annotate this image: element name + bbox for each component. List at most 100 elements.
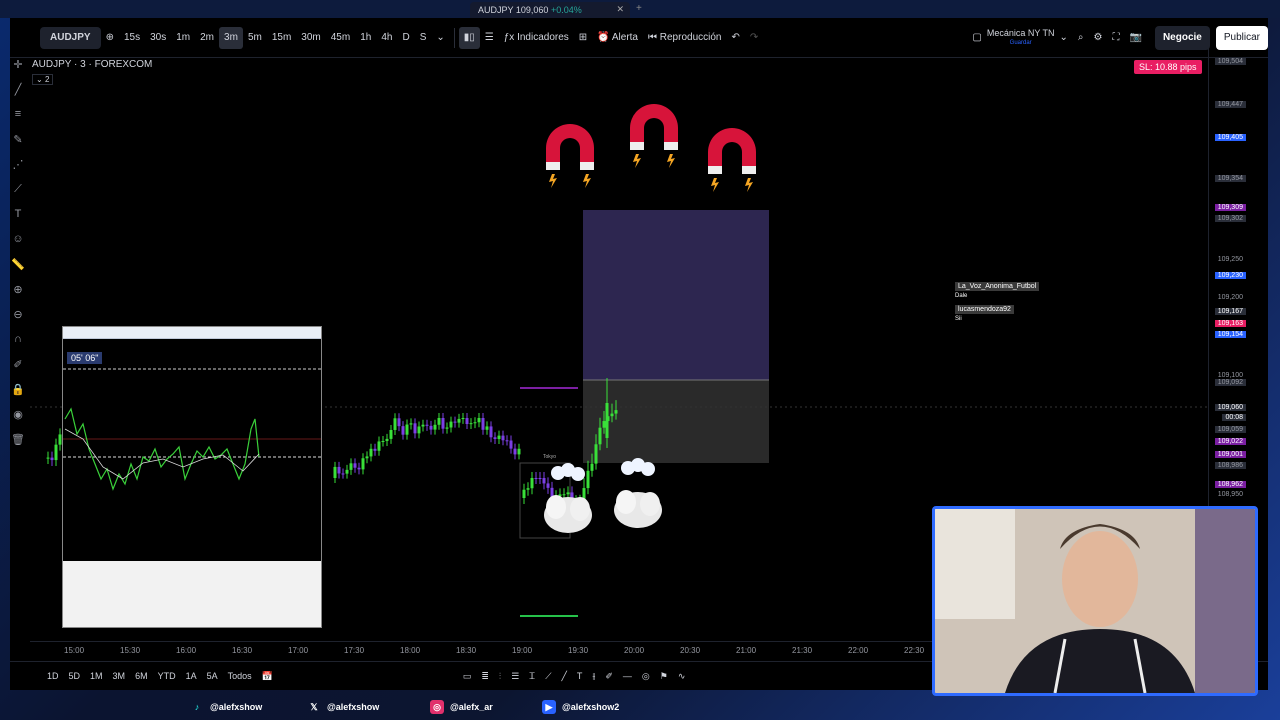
compare-icon[interactable]: ⊕ bbox=[101, 27, 119, 49]
fib-tool-icon[interactable]: ☰ bbox=[506, 667, 524, 685]
interval-5m[interactable]: 5m bbox=[243, 27, 267, 49]
candle-body bbox=[598, 427, 602, 445]
pattern-icon[interactable]: ⋰ bbox=[10, 158, 26, 183]
text-icon[interactable]: T bbox=[10, 208, 26, 233]
social-youtube[interactable]: ▶ @alefxshow2 bbox=[542, 700, 619, 714]
range-6m[interactable]: 6M bbox=[130, 667, 153, 685]
settings-icon[interactable]: ⚙ bbox=[1089, 27, 1108, 49]
alert-label: Alerta bbox=[611, 31, 638, 43]
youtube-icon: ▶ bbox=[542, 700, 556, 714]
text-tool-icon[interactable]: Ꮖ bbox=[524, 667, 540, 685]
layout-name-button[interactable]: Mecánica NY TN Guardar bbox=[987, 28, 1055, 48]
trash-icon[interactable]: 🗑 bbox=[10, 433, 26, 458]
measure-icon[interactable]: ⟋ bbox=[10, 183, 26, 208]
instagram-icon: ◎ bbox=[430, 700, 444, 714]
crosshair-icon[interactable]: ✛ bbox=[10, 58, 26, 83]
interval-2m[interactable]: 2m bbox=[195, 27, 219, 49]
chat-message: Dale bbox=[955, 293, 968, 299]
range-ytd[interactable]: YTD bbox=[153, 667, 181, 685]
camera-icon[interactable]: 📷 bbox=[1125, 27, 1147, 49]
interval-S[interactable]: S bbox=[415, 27, 432, 49]
social-instagram[interactable]: ◎ @alefx_ar bbox=[430, 700, 493, 714]
magnet-icon[interactable]: ∩ bbox=[10, 333, 26, 358]
trendline-icon[interactable]: ╱ bbox=[10, 83, 26, 108]
interval-3m[interactable]: 3m bbox=[219, 26, 243, 49]
vertical-line-icon[interactable]: ⫲ bbox=[587, 667, 600, 685]
magnet-icon bbox=[630, 104, 678, 168]
interval-4h[interactable]: 4h bbox=[376, 27, 397, 49]
indicators-button[interactable]: ƒx Indicadores bbox=[499, 27, 574, 49]
search-icon[interactable]: ⌕ bbox=[1073, 27, 1089, 49]
candle-body bbox=[46, 457, 50, 459]
trade-button[interactable]: Negocie bbox=[1154, 25, 1210, 50]
range-1m[interactable]: 1M bbox=[85, 667, 108, 685]
candle-style-icon[interactable]: ▮▯ bbox=[458, 26, 480, 49]
interval-1h[interactable]: 1h bbox=[355, 27, 376, 49]
interval-30m[interactable]: 30m bbox=[296, 27, 325, 49]
eye-icon[interactable]: ◉ bbox=[10, 408, 26, 433]
tiktok-icon: ♪ bbox=[194, 702, 200, 712]
magnet-icon bbox=[546, 124, 594, 188]
pencil-icon[interactable]: ✐ bbox=[600, 667, 618, 685]
zoom-out-icon[interactable]: ⊖ bbox=[10, 308, 26, 333]
fib-icon[interactable]: ≡ bbox=[10, 108, 26, 133]
candle-body bbox=[361, 458, 365, 470]
candle-body bbox=[54, 444, 58, 461]
range-5a[interactable]: 5A bbox=[202, 667, 223, 685]
templates-icon[interactable]: ⊞ bbox=[574, 27, 592, 49]
calendar-icon[interactable]: 📅 bbox=[257, 667, 278, 685]
chevron-down-icon[interactable]: ⌄ bbox=[431, 27, 449, 49]
lock-draw-icon[interactable]: ✐ bbox=[10, 358, 26, 383]
publish-button[interactable]: Publicar bbox=[1215, 25, 1268, 50]
range-3m[interactable]: 3M bbox=[108, 667, 131, 685]
interval-15s[interactable]: 15s bbox=[119, 27, 145, 49]
mt4-window[interactable]: 05' 06" bbox=[62, 326, 322, 628]
candle-body bbox=[421, 424, 425, 427]
lines-tool-icon[interactable]: ≣ bbox=[476, 667, 494, 685]
steam-cloud-icon bbox=[614, 458, 662, 528]
ruler-icon[interactable]: 📏 bbox=[10, 258, 26, 283]
browser-tab-audjpy[interactable]: AUDJPY 109,060 +0.04% ✕ bbox=[470, 2, 630, 18]
lock-icon[interactable]: 🔒 bbox=[10, 383, 26, 408]
candle-body bbox=[353, 463, 357, 468]
horizontal-line-icon[interactable]: ― bbox=[618, 667, 637, 685]
redo-icon[interactable]: ↷ bbox=[745, 27, 763, 49]
social-x[interactable]: 𝕏 @alefxshow bbox=[307, 700, 379, 714]
chart-type-icon[interactable]: ☰ bbox=[480, 27, 499, 49]
target-icon[interactable]: ◎ bbox=[637, 667, 655, 685]
interval-45m[interactable]: 45m bbox=[326, 27, 355, 49]
new-tab-icon[interactable]: + bbox=[636, 3, 642, 14]
wave-icon[interactable]: ∿ bbox=[673, 667, 691, 685]
interval-D[interactable]: D bbox=[397, 27, 414, 49]
range-1a[interactable]: 1A bbox=[181, 667, 202, 685]
text-icon[interactable]: T bbox=[572, 667, 588, 685]
candle-body bbox=[481, 418, 485, 430]
replay-button[interactable]: ⏮ Reproducción bbox=[643, 27, 727, 49]
flag-icon[interactable]: ⚑ bbox=[655, 667, 673, 685]
interval-15m[interactable]: 15m bbox=[267, 27, 296, 49]
alert-button[interactable]: ⏰ Alerta bbox=[592, 27, 643, 49]
ray-tool-icon[interactable]: ╱ bbox=[557, 667, 572, 685]
close-icon[interactable]: ✕ bbox=[616, 4, 624, 15]
symbol-search-button[interactable]: AUDJPY bbox=[40, 26, 101, 49]
range-5d[interactable]: 5D bbox=[64, 667, 86, 685]
range-todos[interactable]: Todos bbox=[223, 667, 257, 685]
rect-tool-icon[interactable]: ▭ bbox=[458, 667, 477, 685]
range-1d[interactable]: 1D bbox=[42, 667, 64, 685]
undo-icon[interactable]: ↶ bbox=[726, 27, 744, 49]
time-label: 19:00 bbox=[512, 646, 533, 655]
interval-30s[interactable]: 30s bbox=[145, 27, 171, 49]
social-tiktok[interactable]: ♪ @alefxshow bbox=[190, 700, 263, 714]
interval-1m[interactable]: 1m bbox=[171, 27, 195, 49]
time-label: 22:00 bbox=[848, 646, 869, 655]
channel-tool-icon[interactable]: ⫶ bbox=[494, 667, 506, 685]
emoji-icon[interactable]: ☺ bbox=[10, 233, 26, 258]
candle-body bbox=[425, 424, 429, 426]
chevron-down-icon[interactable]: ⌄ bbox=[1055, 27, 1073, 49]
legend-collapse[interactable]: ⌄ 2 bbox=[32, 74, 54, 85]
layout-icon[interactable]: ▢ bbox=[967, 27, 986, 49]
zoom-in-icon[interactable]: ⊕ bbox=[10, 283, 26, 308]
path-tool-icon[interactable]: ⟋ bbox=[540, 667, 556, 685]
fullscreen-icon[interactable]: ⛶ bbox=[1108, 27, 1125, 49]
brush-icon[interactable]: ✎ bbox=[10, 133, 26, 158]
